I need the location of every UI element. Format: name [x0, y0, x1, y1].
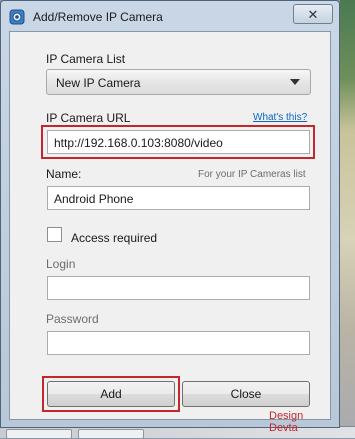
add-button[interactable]: Add: [47, 381, 175, 407]
close-icon: ✕: [307, 6, 319, 22]
background-desktop: [340, 0, 355, 437]
dialog-body: IP Camera List New IP Camera IP Camera U…: [9, 31, 331, 434]
design-credit: Design Devta: [269, 410, 304, 434]
camera-app-icon: [9, 9, 25, 25]
password-label: Password: [46, 312, 99, 326]
whats-this-link[interactable]: What's this?: [253, 112, 307, 123]
window-title: Add/Remove IP Camera: [33, 10, 163, 24]
login-input[interactable]: [47, 276, 310, 300]
access-required-checkbox[interactable]: [47, 227, 62, 242]
taskbar-item: [6, 429, 72, 439]
camera-url-input[interactable]: http://192.168.0.103:8080/video: [47, 130, 310, 154]
name-hint: For your IP Cameras list: [198, 169, 306, 180]
login-label: Login: [46, 257, 76, 271]
chevron-down-icon: [290, 79, 300, 85]
title-bar: Add/Remove IP Camera ✕: [1, 1, 339, 31]
name-input[interactable]: Android Phone: [47, 186, 310, 210]
name-label: Name:: [46, 167, 82, 181]
close-button[interactable]: Close: [182, 381, 310, 407]
access-required-label[interactable]: Access required: [71, 231, 157, 245]
camera-list-dropdown[interactable]: New IP Camera: [46, 69, 311, 95]
camera-list-label: IP Camera List: [46, 52, 126, 66]
window-close-button[interactable]: ✕: [293, 4, 333, 24]
camera-url-label: IP Camera URL: [46, 111, 131, 125]
add-remove-ip-camera-dialog: Add/Remove IP Camera ✕ IP Camera List Ne…: [0, 0, 340, 434]
password-input[interactable]: [47, 331, 310, 355]
camera-list-selected: New IP Camera: [56, 76, 141, 90]
taskbar-item: [78, 429, 144, 439]
